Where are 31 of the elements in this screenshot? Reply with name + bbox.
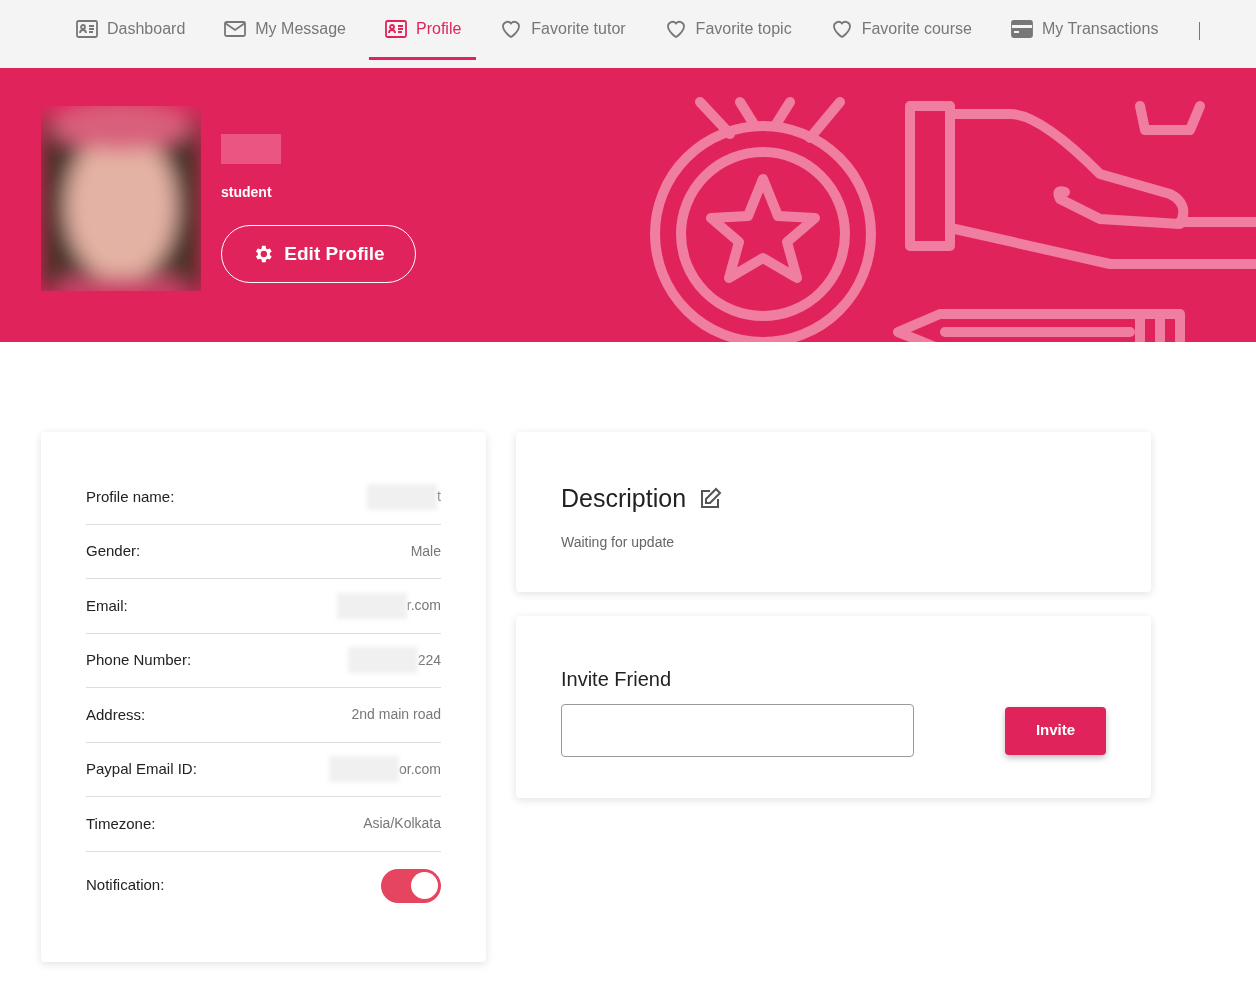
field-label: Paypal Email ID: [86, 759, 197, 779]
nav-tab[interactable]: My Transactions [994, 0, 1174, 60]
nav-tab[interactable]: My Message [208, 0, 361, 60]
role-label: student [221, 183, 273, 202]
field-label: Phone Number: [86, 650, 192, 670]
field-value: t [437, 487, 441, 507]
notification-toggle[interactable] [381, 868, 441, 903]
edit-icon[interactable] [698, 486, 723, 511]
blurred-name [221, 134, 281, 164]
field-label: Timezone: [86, 813, 156, 834]
nav-tab[interactable]: Favorite tutor [484, 0, 641, 60]
description-title: Description [561, 483, 687, 514]
field-label: Profile name: [86, 486, 175, 507]
field-value: Asia/Kolkata [363, 814, 441, 834]
nav-tab[interactable]: Profile [369, 0, 477, 60]
field-value: Male [410, 541, 441, 561]
invite-button[interactable]: Invite [1005, 706, 1106, 755]
field-value: 224 [417, 650, 441, 670]
nav-tab[interactable]: Favorite topic [648, 0, 807, 60]
field-label: Notification: [86, 875, 165, 896]
invite-input-field[interactable] [561, 704, 914, 757]
field-value: or.com [399, 759, 441, 779]
field-label: Address: [86, 704, 146, 725]
field-label: Email: [86, 595, 128, 616]
description-text: Waiting for update [561, 532, 676, 552]
invite-title: Invite Friend [561, 667, 673, 692]
field-value: 2nd main road [351, 705, 441, 725]
nav-tab[interactable]: Favorite course [814, 0, 987, 60]
nav-tab[interactable]: Dashboard [60, 0, 201, 60]
field-value: r.com [406, 596, 441, 616]
field-label: Gender: [86, 541, 141, 561]
